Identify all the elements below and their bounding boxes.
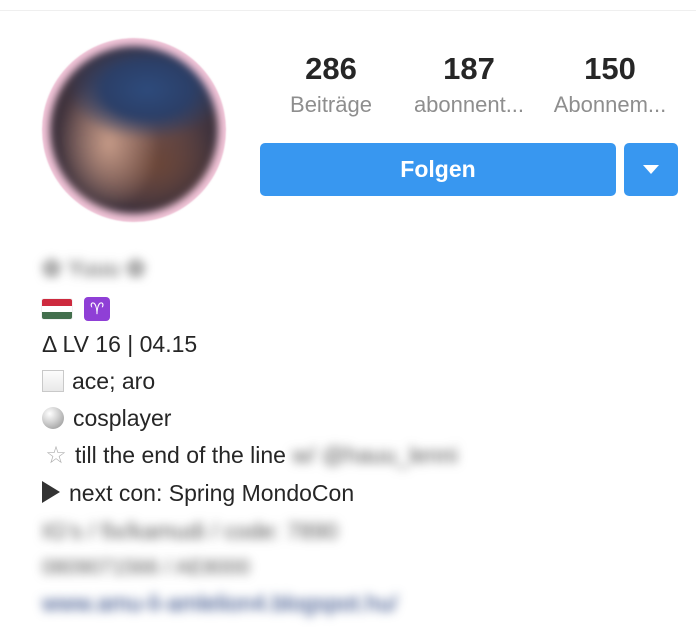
- bio-line-cosplayer: cosplayer: [42, 403, 171, 433]
- bio-line-level: Δ LV 16 | 04.15: [42, 331, 198, 357]
- bio-emoji-line: ♈: [42, 292, 110, 322]
- followers-stat[interactable]: 187 abonnent...: [404, 50, 534, 122]
- star-icon: ☆: [45, 441, 67, 469]
- followers-count: 187: [443, 51, 495, 86]
- top-divider: [0, 10, 696, 11]
- bio-convention-text: next con: Spring MondoCon: [69, 480, 355, 506]
- profile-name: ✿ Yuuu ✿: [42, 255, 146, 281]
- hungary-flag-icon: [42, 298, 72, 319]
- followers-label: abonnent...: [413, 92, 525, 117]
- profile-website-link[interactable]: www.amu-li-amlelion4.blogspot.hu/: [42, 588, 397, 618]
- posts-stat[interactable]: 286 Beiträge: [266, 50, 396, 122]
- white-square-icon: [42, 370, 64, 392]
- play-icon: [42, 481, 60, 503]
- aries-icon: ♈: [84, 296, 110, 321]
- flag-stripe-white: [42, 305, 72, 313]
- flag-stripe-green: [42, 312, 72, 319]
- bio-line-quote: ☆ till the end of the line w/ @hauu_lenni: [42, 440, 457, 470]
- suggestions-dropdown-button[interactable]: [624, 143, 678, 196]
- blurred-bio-line: IG's / fix/kamudi / code: 7890: [42, 518, 338, 544]
- blurred-mention[interactable]: w/ @hauu_lenni: [292, 442, 457, 468]
- bio-line-orientation: ace; aro: [42, 366, 155, 396]
- blurred-bio-line-2: 0809071566 / AE8000: [42, 556, 250, 579]
- bio-quote-text: till the end of the line: [75, 442, 286, 468]
- bio-cosplayer-text: cosplayer: [73, 405, 172, 431]
- profile-avatar-ring[interactable]: [42, 38, 226, 222]
- avatar[interactable]: [50, 46, 218, 214]
- following-label: Abonnem...: [553, 92, 667, 117]
- bio-line-convention: next con: Spring MondoCon: [42, 478, 354, 508]
- silver-ball-icon: [42, 407, 64, 429]
- following-stat[interactable]: 150 Abonnem...: [545, 50, 675, 122]
- follow-button[interactable]: Folgen: [260, 143, 616, 196]
- posts-label: Beiträge: [290, 92, 372, 117]
- chevron-down-icon: [643, 165, 659, 174]
- following-count: 150: [584, 51, 636, 86]
- posts-count: 286: [305, 51, 357, 86]
- flag-stripe-red: [42, 298, 72, 306]
- bio-orientation-text: ace; aro: [72, 368, 156, 394]
